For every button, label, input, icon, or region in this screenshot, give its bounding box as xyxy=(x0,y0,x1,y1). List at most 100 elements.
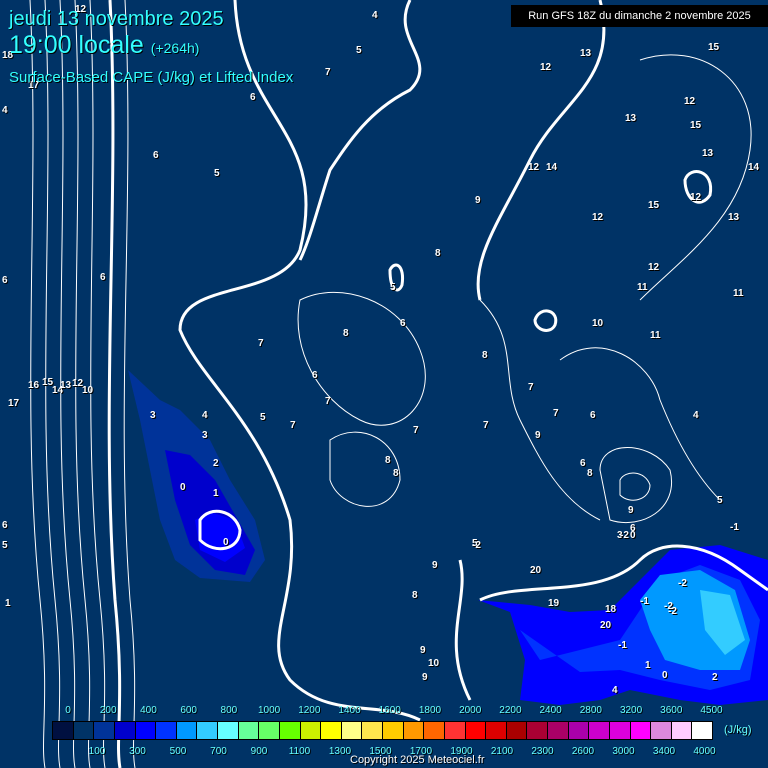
legend-label-top: 2800 xyxy=(579,705,602,716)
lifted-index-label: 0 xyxy=(180,482,186,493)
legend-swatch xyxy=(505,721,528,740)
lifted-index-label: 1 xyxy=(5,598,11,609)
lifted-index-label: 8 xyxy=(482,350,488,361)
legend-swatch xyxy=(113,721,136,740)
legend-label-top: 800 xyxy=(220,705,238,716)
lifted-index-label: -2 xyxy=(472,540,481,551)
legend-label-bottom: 500 xyxy=(169,746,187,757)
legend-label-top: 1000 xyxy=(257,705,281,716)
lifted-index-label: 9 xyxy=(475,195,481,206)
legend-swatch xyxy=(299,721,322,740)
legend-label-top: 4500 xyxy=(700,705,723,716)
legend-swatch xyxy=(402,721,425,740)
lifted-index-label: 12 xyxy=(690,192,702,203)
legend-swatch xyxy=(361,721,383,740)
lifted-index-label: 4 xyxy=(2,105,8,116)
lifted-index-label: 4 xyxy=(202,410,208,421)
legend-label-top: 200 xyxy=(99,705,117,716)
legend-swatch xyxy=(320,721,342,740)
lifted-index-label: 2 xyxy=(213,458,219,469)
legend-swatch xyxy=(93,721,115,740)
lifted-index-label: 5 xyxy=(390,282,396,293)
legend-swatch xyxy=(485,721,507,740)
legend-label-top: 1800 xyxy=(418,705,442,716)
legend-label-bottom: 100 xyxy=(88,746,106,757)
legend-swatch xyxy=(650,721,672,740)
legend-swatch xyxy=(134,721,157,740)
legend-label-top: 1600 xyxy=(378,705,401,716)
legend-swatch xyxy=(196,721,218,740)
lifted-index-label: 7 xyxy=(528,382,534,393)
lifted-index-label: 5 xyxy=(356,45,362,56)
lifted-index-label: 3 xyxy=(202,430,208,441)
legend-label-top: 2000 xyxy=(459,705,482,716)
lifted-index-label: 0 xyxy=(630,530,636,541)
lifted-index-label: 6 xyxy=(2,520,8,531)
lifted-index-label: 4 xyxy=(372,10,378,21)
legend-label-bottom: 2600 xyxy=(571,746,595,757)
lifted-index-label: 15 xyxy=(690,120,702,131)
legend-swatch xyxy=(670,721,693,740)
lifted-index-label: 1 xyxy=(645,660,651,671)
lifted-index-label: 4 xyxy=(693,410,699,421)
lifted-index-label: 8 xyxy=(393,468,399,479)
legend-label-bottom: 2100 xyxy=(490,746,514,757)
lifted-index-label: 1 xyxy=(213,488,219,499)
lifted-index-label: 6 xyxy=(153,150,159,161)
lifted-index-label: 6 xyxy=(2,275,8,286)
legend-label-top: 400 xyxy=(140,705,157,716)
lifted-index-label: 15 xyxy=(648,200,660,211)
legend-label-bottom: 3400 xyxy=(652,746,676,757)
lifted-index-label: 5 xyxy=(717,495,723,506)
lifted-index-label: -1 xyxy=(640,596,649,607)
legend-label-top: 1400 xyxy=(338,705,361,716)
lifted-index-label: 8 xyxy=(343,328,349,339)
legend-swatch xyxy=(278,721,301,740)
lifted-index-label: 13 xyxy=(60,380,72,391)
map-canvas xyxy=(29,0,768,768)
lifted-index-label: 0 xyxy=(223,537,229,548)
legend-swatch xyxy=(629,721,652,740)
legend-label-bottom: 300 xyxy=(129,746,146,757)
lifted-index-label: 19 xyxy=(548,598,560,609)
lifted-index-label: 14 xyxy=(546,162,558,173)
lifted-index-label: 9 xyxy=(432,560,438,571)
legend-swatch xyxy=(237,721,260,740)
lifted-index-label: 13 xyxy=(728,212,740,223)
weather-map: 12 4 5 6 7 4 6 6 5 18 17 6 16 15 14 13 12 10 17 3 4 3 2 0 1 0 5 7 6 7… xyxy=(0,0,768,768)
lifted-index-label: 5 xyxy=(214,168,220,179)
lifted-index-label: 13 xyxy=(580,48,592,59)
legend-label-top: 0 xyxy=(65,705,71,716)
lifted-index-label: 12 xyxy=(528,162,540,173)
lifted-index-label: 10 xyxy=(82,385,94,396)
lifted-index-label: 11 xyxy=(733,288,744,299)
local-time: 19:00 locale xyxy=(9,31,144,59)
legend-label-top: 2400 xyxy=(539,705,562,716)
lifted-index-label: 8 xyxy=(412,590,418,601)
legend-swatch xyxy=(155,721,177,740)
legend-swatch xyxy=(691,721,713,740)
lifted-index-label: -1 xyxy=(730,522,739,533)
legend-label-bottom: 1100 xyxy=(288,746,311,757)
lifted-index-label: 7 xyxy=(553,408,559,419)
legend-swatch xyxy=(175,721,198,740)
lifted-index-label: 8 xyxy=(587,468,593,479)
lifted-index-label: 9 xyxy=(422,672,428,683)
lifted-index-label: 12 xyxy=(684,96,696,107)
legend-label-bottom: 2300 xyxy=(531,746,554,757)
lifted-index-label: 5 xyxy=(2,540,8,551)
legend-label-bottom: 1300 xyxy=(328,746,352,757)
lifted-index-label: 7 xyxy=(483,420,489,431)
legend-swatch xyxy=(382,721,404,740)
lifted-index-label: 6 xyxy=(312,370,318,381)
lifted-index-label: 12 xyxy=(592,212,604,223)
lifted-index-label: -2 xyxy=(620,530,629,541)
legend-swatch xyxy=(608,721,631,740)
legend-swatch xyxy=(423,721,445,740)
lifted-index-label: -1 xyxy=(618,640,627,651)
lifted-index-label: 6 xyxy=(580,458,586,469)
lifted-index-label: 14 xyxy=(748,162,760,173)
legend-swatch xyxy=(547,721,569,740)
legend-swatch xyxy=(567,721,590,740)
lifted-index-label: 12 xyxy=(648,262,660,273)
